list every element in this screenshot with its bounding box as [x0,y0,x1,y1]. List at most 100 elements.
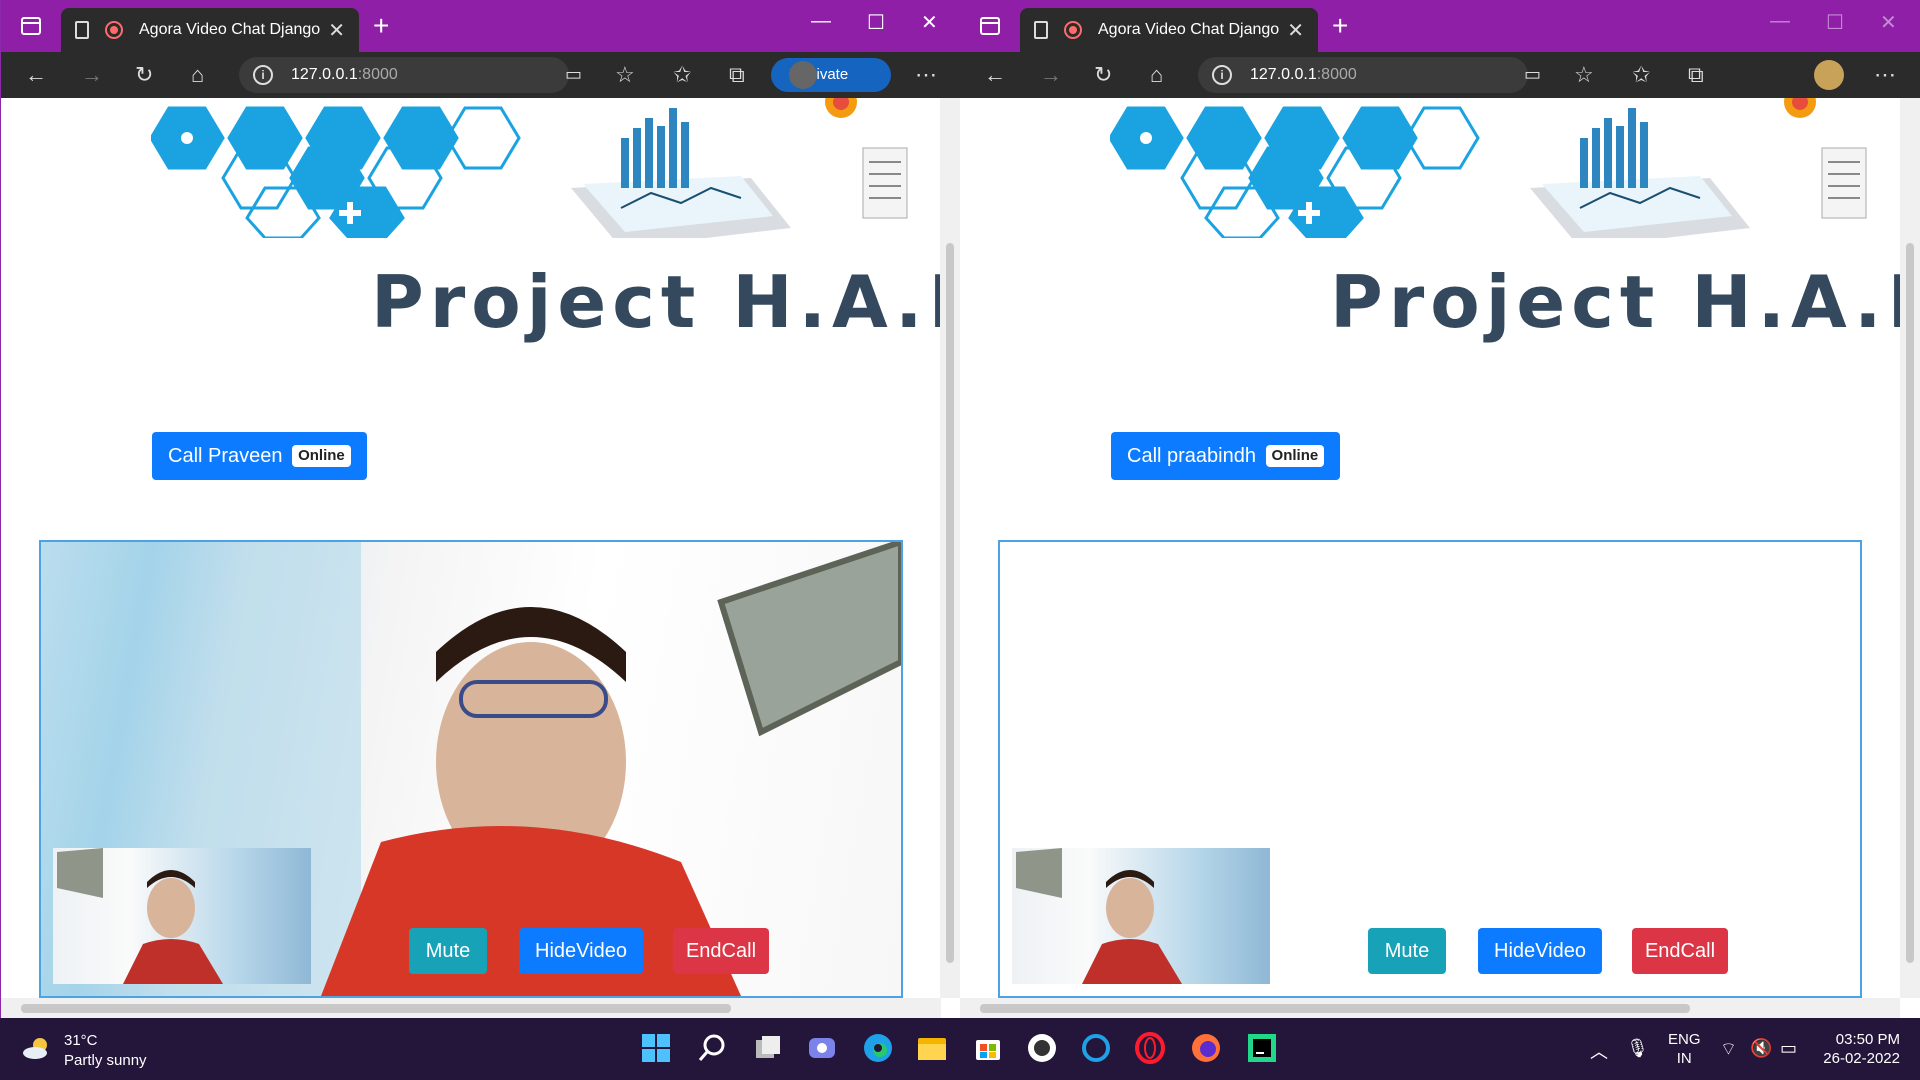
site-info-icon[interactable]: i [253,65,273,85]
favorite-add-icon[interactable]: ☆ [1574,62,1594,88]
scrollbar-thumb[interactable] [21,1004,731,1013]
weather-temp: 31°C [64,1032,98,1049]
home-icon[interactable]: ⌂ [1150,62,1163,88]
forward-icon[interactable]: → [1040,62,1062,88]
cortana-icon[interactable] [1080,1032,1112,1064]
edge-icon[interactable] [862,1032,894,1064]
local-video [1012,848,1270,984]
url-port: :8000 [357,66,398,83]
chat-icon[interactable] [806,1032,838,1064]
browser-toolbar: ← → ↻ ⌂ i 127.0.0.1:8000 ▭ ☆ ✩ ⧉ InPriva… [1,52,960,98]
scrollbar-thumb[interactable] [946,243,954,963]
file-explorer-icon[interactable] [916,1032,948,1064]
vertical-scrollbar[interactable] [940,98,960,998]
video-container: Mute HideVideo EndCall [998,540,1862,998]
horizontal-scrollbar[interactable] [960,998,1900,1018]
collections-icon[interactable]: ⧉ [1688,62,1704,88]
new-tab-button[interactable]: + [1332,10,1348,42]
opera-icon[interactable] [1134,1032,1166,1064]
close-tab-icon[interactable]: ✕ [328,18,345,43]
online-badge: Online [1265,445,1325,467]
profile-avatar [789,61,817,89]
page-icon [1034,21,1048,39]
mute-button[interactable]: Mute [409,928,487,974]
minimize-button[interactable]: — [811,10,831,33]
start-icon[interactable] [640,1032,672,1064]
horizontal-scrollbar[interactable] [1,998,941,1018]
close-window-button[interactable]: ✕ [1880,10,1897,35]
tab-title: Agora Video Chat Django [1098,21,1280,38]
volume-muted-icon[interactable]: 🔇 [1750,1038,1772,1059]
region-code: IN [1676,1050,1692,1067]
scrollbar-thumb[interactable] [980,1004,1690,1013]
site-info-icon[interactable]: i [1212,65,1232,85]
url-host: 127.0.0.1 [1250,66,1317,83]
maximize-button[interactable]: ☐ [1826,10,1844,35]
hide-video-button[interactable]: HideVideo [1478,928,1602,974]
inprivate-button[interactable]: InPrivate [771,58,891,92]
camera-icon[interactable]: ▭ [1524,64,1541,85]
favorites-icon[interactable]: ✩ [673,62,691,88]
close-window-button[interactable]: ✕ [921,10,938,35]
store-icon[interactable] [972,1032,1004,1064]
page-heading: Project H.A.L.I [1330,260,1900,344]
chevron-up-icon[interactable]: ︿ [1590,1038,1608,1064]
profile-avatar[interactable] [1814,60,1844,90]
new-tab-button[interactable]: + [373,10,389,42]
address-bar[interactable]: i 127.0.0.1:8000 [1198,57,1528,93]
minimize-button[interactable]: — [1770,10,1790,33]
camera-icon[interactable]: ▭ [565,64,582,85]
video-container: Mute HideVideo EndCall [39,540,903,998]
firefox-icon[interactable] [1190,1032,1222,1064]
partly-sunny-icon [23,1038,47,1059]
recording-icon [105,21,123,39]
vertical-scrollbar[interactable] [1900,98,1920,998]
call-user-button[interactable]: Call Praveen Online [152,432,367,480]
browser-tab[interactable]: Agora Video Chat Django ✕ [1020,8,1318,52]
language-code: ENG [1668,1031,1701,1048]
back-icon[interactable]: ← [984,62,1006,88]
clock-time: 03:50 PM [1835,1031,1900,1048]
favorite-add-icon[interactable]: ☆ [615,62,635,88]
address-bar[interactable]: i 127.0.0.1:8000 [239,57,569,93]
microphone-icon[interactable]: 🎙 [1626,1038,1649,1059]
call-user-button[interactable]: Call praabindh Online [1111,432,1341,480]
browser-tab[interactable]: Agora Video Chat Django ✕ [61,8,359,52]
mute-button[interactable]: Mute [1368,928,1446,974]
call-button-label: Call Praveen [168,445,283,467]
pycharm-icon[interactable] [1246,1032,1278,1064]
local-video [53,848,311,984]
clock-date: 26-02-2022 [1823,1050,1900,1067]
home-icon[interactable]: ⌂ [191,62,204,88]
refresh-icon[interactable]: ↻ [135,62,153,88]
wifi-icon[interactable]: ⌔ [1720,1038,1737,1061]
back-icon[interactable]: ← [25,62,47,88]
more-icon[interactable]: ⋯ [1874,62,1896,88]
browser-window-left: Agora Video Chat Django ✕ + — ☐ ✕ ← → ↻ … [0,0,960,1018]
forward-icon[interactable]: → [81,62,103,88]
url-port: :8000 [1316,66,1357,83]
page-icon [75,21,89,39]
tab-actions-icon[interactable] [978,14,1002,38]
more-icon[interactable]: ⋯ [915,62,937,88]
browser-toolbar: ← → ↻ ⌂ i 127.0.0.1:8000 ▭ ☆ ✩ ⧉ ⋯ [960,52,1920,98]
tab-actions-icon[interactable] [19,14,43,38]
clock[interactable]: 03:50 PM 26-02-2022 [1818,1030,1900,1068]
refresh-icon[interactable]: ↻ [1094,62,1112,88]
task-view-icon[interactable] [752,1032,784,1064]
collections-icon[interactable]: ⧉ [729,62,745,88]
hide-video-button[interactable]: HideVideo [519,928,643,974]
taskbar: 31°C Partly sunny ︿ 🎙 ENG IN ⌔ 🔇 ▭ 03:50… [0,1018,1920,1080]
search-icon[interactable] [696,1032,728,1064]
end-call-button[interactable]: EndCall [1632,928,1728,974]
language-indicator[interactable]: ENG IN [1668,1030,1701,1068]
local-video-frame [1016,848,1182,984]
end-call-button[interactable]: EndCall [673,928,769,974]
scrollbar-thumb[interactable] [1906,243,1914,963]
tab-bar: Agora Video Chat Django ✕ + — ☐ ✕ [1,0,960,52]
battery-icon[interactable]: ▭ [1780,1038,1797,1059]
favorites-icon[interactable]: ✩ [1632,62,1650,88]
close-tab-icon[interactable]: ✕ [1287,18,1304,43]
app-icon[interactable] [1026,1032,1058,1064]
maximize-button[interactable]: ☐ [867,10,885,35]
